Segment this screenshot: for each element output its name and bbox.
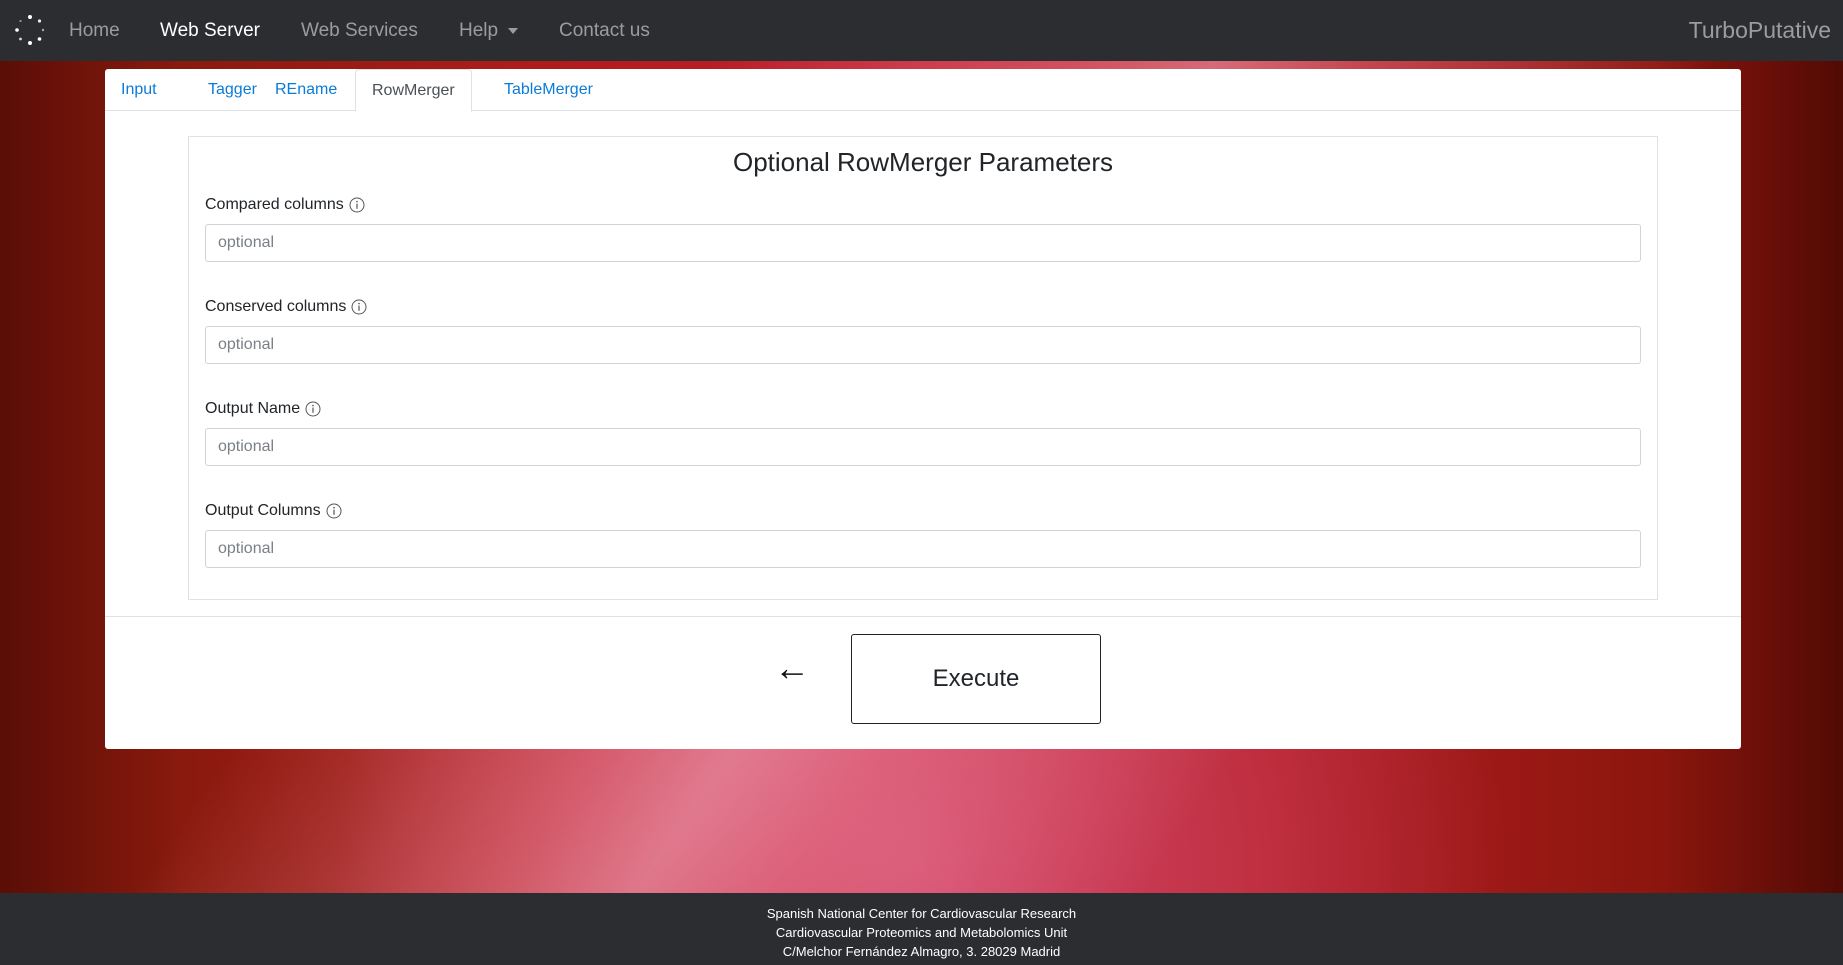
- tab-tablemerger[interactable]: TableMerger: [488, 69, 609, 111]
- info-icon[interactable]: [305, 401, 321, 417]
- tab-rowmerger[interactable]: RowMerger: [355, 69, 472, 112]
- info-icon[interactable]: [349, 197, 365, 213]
- caret-down-icon: [508, 27, 519, 34]
- nav-web-server[interactable]: Web Server: [160, 0, 260, 61]
- panel-title: Optional RowMerger Parameters: [732, 147, 1114, 177]
- nav-help-dropdown[interactable]: Help: [459, 0, 519, 61]
- main-card: Input Tagger REname RowMerger TableMerge…: [105, 69, 1741, 749]
- card-divider: [105, 616, 1741, 617]
- tab-rename[interactable]: REname: [259, 69, 353, 111]
- nav-help-label: Help: [459, 19, 499, 41]
- info-icon[interactable]: [326, 503, 342, 519]
- rowmerger-parameters-panel: Optional RowMerger Parameters Compared c…: [188, 136, 1658, 600]
- nav-web-services[interactable]: Web Services: [301, 0, 418, 61]
- conserved-columns-label-text: Conserved columns: [205, 298, 347, 315]
- output-columns-input[interactable]: [205, 530, 1641, 568]
- footer-unit: Cardiovascular Proteomics and Metabolomi…: [775, 925, 1068, 940]
- loading-spinner-icon[interactable]: [12, 12, 48, 48]
- footer: Spanish National Center for Cardiovascul…: [0, 893, 1843, 965]
- compared-columns-input[interactable]: [205, 224, 1641, 262]
- footer-address: C/Melchor Fernández Almagro, 3. 28029 Ma…: [782, 944, 1061, 959]
- output-name-label-text: Output Name: [205, 400, 301, 417]
- output-name-label: Output Name: [205, 400, 321, 418]
- output-name-input[interactable]: [205, 428, 1641, 466]
- conserved-columns-label: Conserved columns: [205, 298, 367, 316]
- back-arrow-button[interactable]: ←: [770, 650, 814, 686]
- execute-button[interactable]: Execute: [851, 634, 1101, 724]
- compared-columns-label: Compared columns: [205, 196, 365, 214]
- brand-name[interactable]: TurboPutative: [1689, 0, 1831, 61]
- nav-home[interactable]: Home: [69, 0, 120, 61]
- nav-contact-us[interactable]: Contact us: [559, 0, 650, 61]
- output-columns-label-text: Output Columns: [205, 502, 321, 519]
- footer-institution: Spanish National Center for Cardiovascul…: [766, 906, 1077, 921]
- tab-input[interactable]: Input: [105, 69, 173, 111]
- top-navbar: Home Web Server Web Services Help Contac…: [0, 0, 1843, 61]
- output-columns-label: Output Columns: [205, 502, 342, 520]
- conserved-columns-input[interactable]: [205, 326, 1641, 364]
- compared-columns-label-text: Compared columns: [205, 196, 344, 213]
- tab-bar: Input Tagger REname RowMerger TableMerge…: [105, 69, 1741, 112]
- info-icon[interactable]: [351, 299, 367, 315]
